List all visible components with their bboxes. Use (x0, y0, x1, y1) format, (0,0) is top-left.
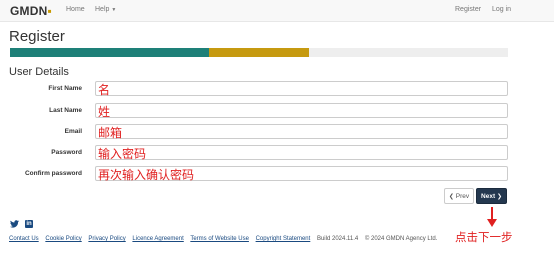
confirm-password-annotation: 再次输入确认密码 (98, 168, 195, 182)
nav-help-label: Help (95, 6, 110, 13)
footer-link-terms[interactable]: Terms of Website Use (190, 236, 249, 242)
progress-step-1 (10, 48, 209, 57)
linkedin-icon[interactable]: in (25, 220, 33, 228)
prev-button[interactable]: ❮ Prev (444, 188, 474, 204)
prev-button-label: Prev (455, 193, 470, 200)
build-version: Build 2024.11.4 (316, 236, 359, 242)
progress-step-2 (209, 48, 309, 57)
nav-help-dropdown[interactable]: Help ▼ (95, 6, 116, 13)
email-row: Email 邮箱 (0, 124, 554, 140)
twitter-icon[interactable] (10, 220, 19, 228)
next-button-label: Next (481, 193, 496, 200)
logo-text: GMDN (10, 4, 48, 18)
password-label: Password (51, 149, 82, 156)
footer-link-copyright[interactable]: Copyright Statement (256, 236, 311, 242)
nav-register-link[interactable]: Register (455, 6, 481, 13)
first-name-label: First Name (48, 85, 82, 92)
password-row: Password 输入密码 (0, 145, 554, 161)
first-name-input[interactable]: 名 (95, 81, 508, 97)
password-annotation: 输入密码 (98, 147, 147, 161)
last-name-annotation: 姓 (98, 105, 111, 119)
next-button[interactable]: Next ❯ (476, 188, 507, 204)
last-name-row: Last Name 姓 (0, 103, 554, 119)
footer-link-licence-agreement[interactable]: Licence Agreement (132, 236, 183, 242)
first-name-row: First Name 名 (0, 81, 554, 97)
first-name-annotation: 名 (98, 83, 111, 97)
last-name-input[interactable]: 姓 (95, 103, 508, 119)
email-input[interactable]: 邮箱 (95, 124, 508, 140)
email-label: Email (64, 128, 82, 135)
footer-link-contact[interactable]: Contact Us (9, 236, 39, 242)
confirm-password-label: Confirm password (24, 170, 82, 177)
chevron-left-icon: ❮ (448, 194, 454, 200)
logo-accent: ▪ (47, 4, 52, 18)
section-heading: User Details (9, 66, 69, 78)
registration-progress-bar (10, 48, 508, 57)
next-step-annotation: 点击下一步 (455, 230, 513, 244)
footer-link-cookie-policy[interactable]: Cookie Policy (45, 236, 81, 242)
footer-link-privacy-policy[interactable]: Privacy Policy (88, 236, 125, 242)
password-input[interactable]: 输入密码 (95, 145, 508, 161)
red-arrow-down-icon (487, 207, 497, 227)
nav-login-link[interactable]: Log in (492, 6, 511, 13)
email-annotation: 邮箱 (98, 126, 123, 140)
confirm-password-input[interactable]: 再次输入确认密码 (95, 166, 508, 182)
page: GMDN▪ Home Help ▼ Register Log in Registe… (0, 0, 554, 268)
caret-down-icon: ▼ (111, 7, 117, 13)
confirm-password-row: Confirm password 再次输入确认密码 (0, 166, 554, 182)
footer: Contact Us Cookie Policy Privacy Policy … (9, 236, 442, 242)
copyright-text: © 2024 GMDN Agency Ltd. (364, 236, 438, 242)
gmdn-logo[interactable]: GMDN▪ (10, 4, 52, 18)
last-name-label: Last Name (49, 107, 82, 114)
nav-home-link[interactable]: Home (66, 6, 85, 13)
top-navbar: GMDN▪ Home Help ▼ Register Log in (0, 0, 554, 22)
chevron-right-icon: ❯ (496, 194, 502, 200)
page-title: Register (9, 28, 65, 45)
